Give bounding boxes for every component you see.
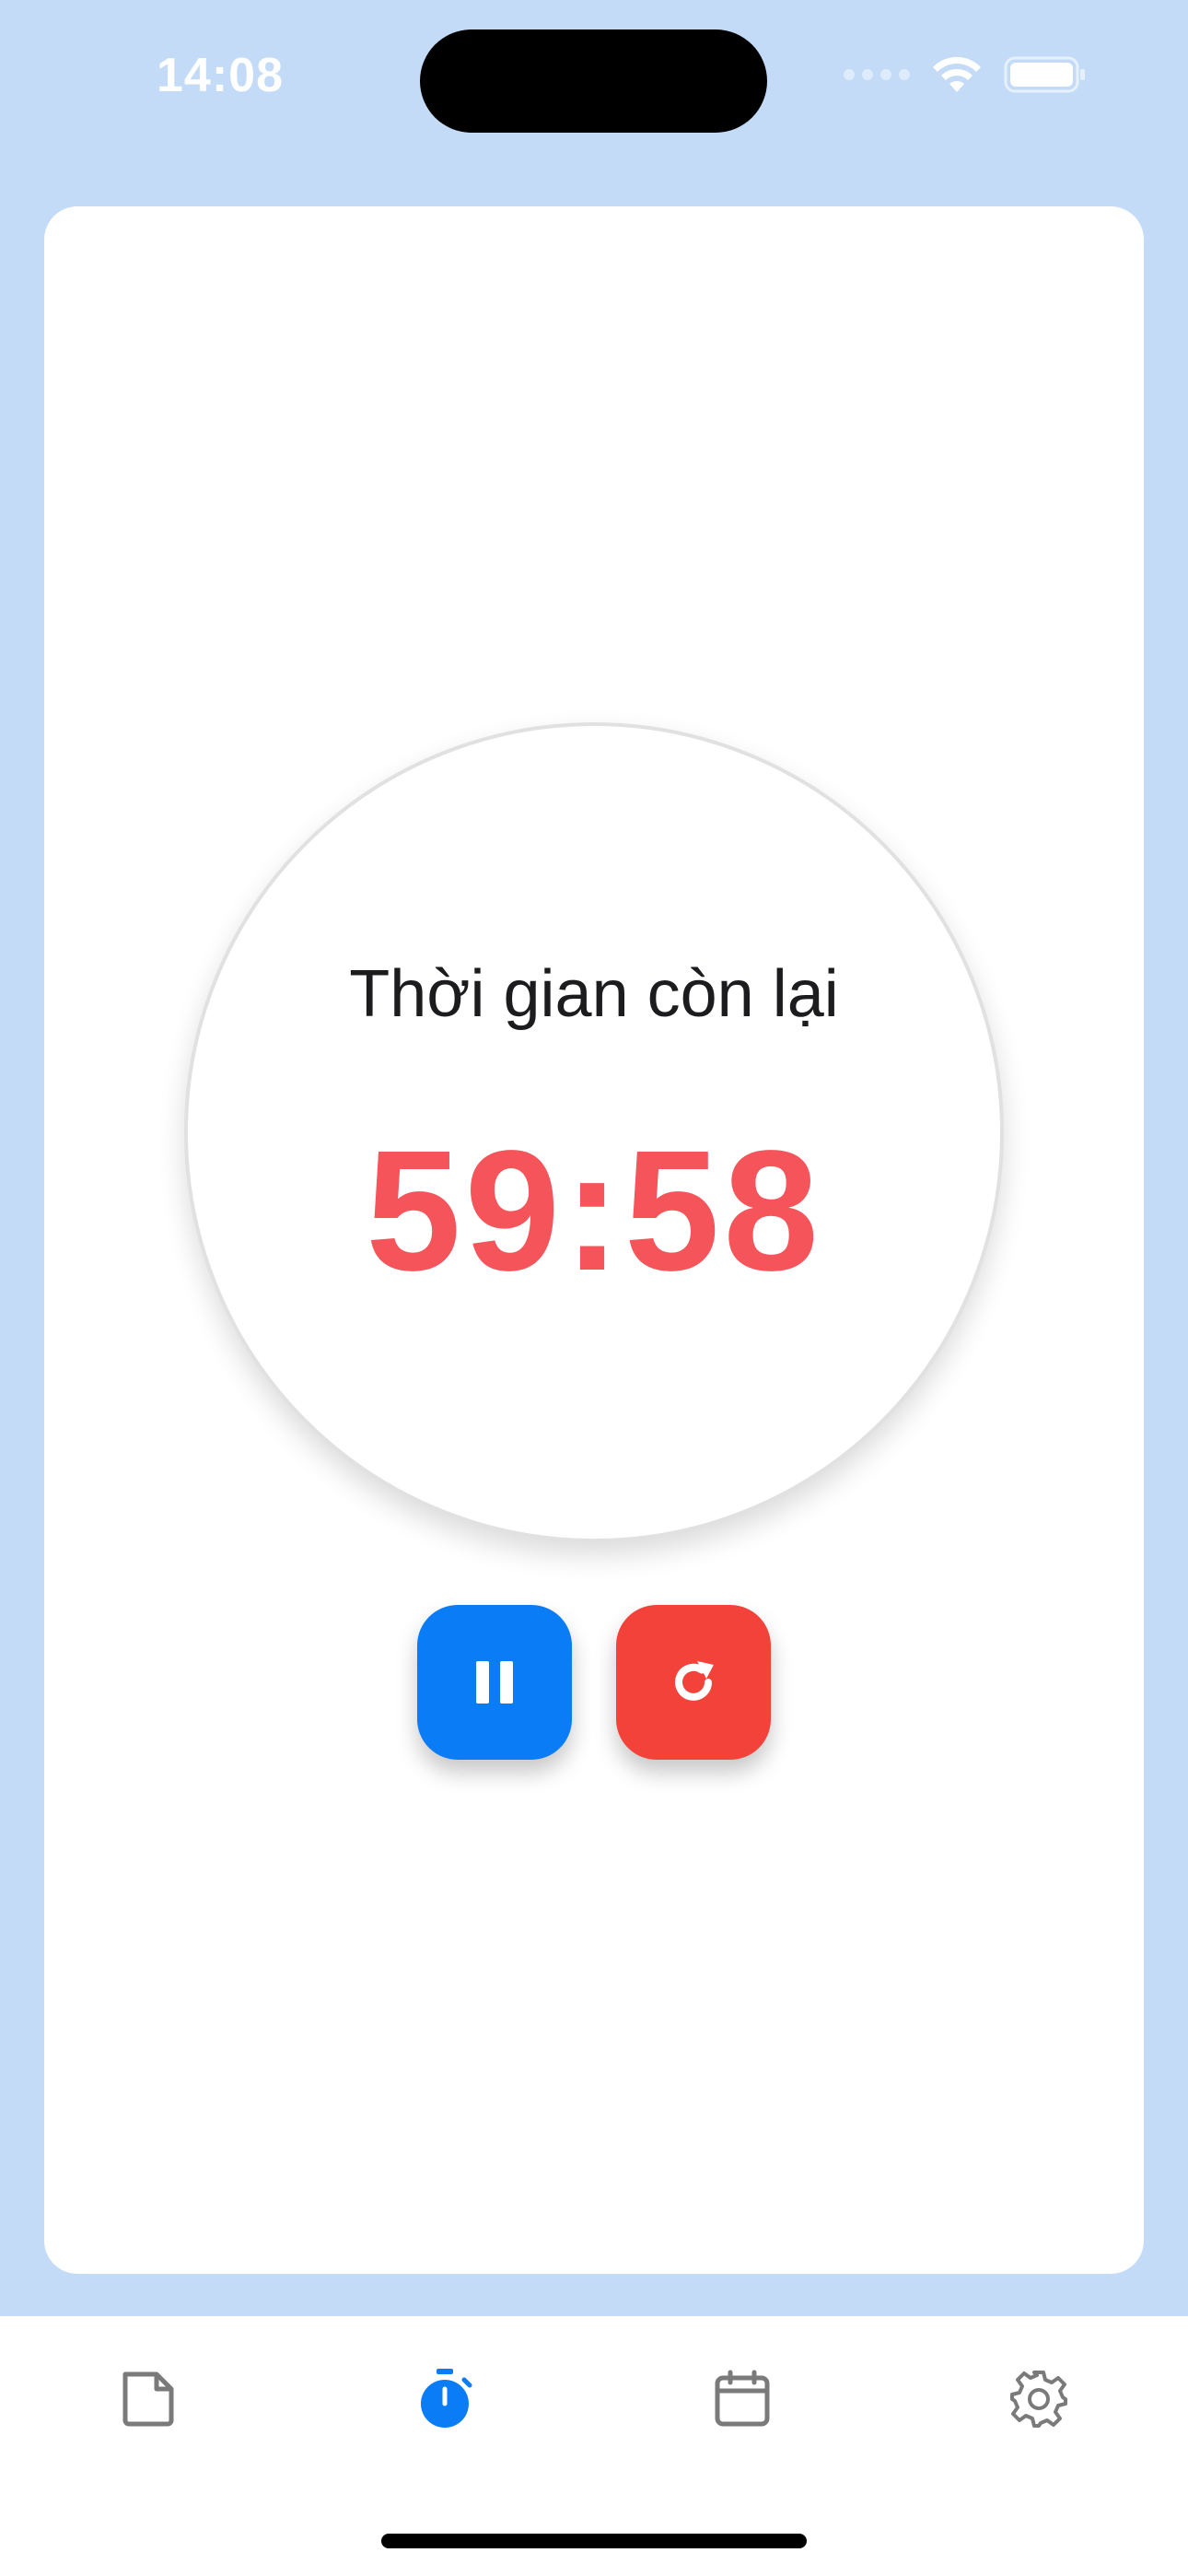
timer-card: Thời gian còn lại 59:58 bbox=[44, 206, 1144, 2274]
home-indicator[interactable] bbox=[381, 2534, 807, 2548]
cellular-signal-icon bbox=[844, 69, 910, 80]
tab-notes[interactable] bbox=[93, 2344, 204, 2454]
stopwatch-icon bbox=[421, 2369, 472, 2428]
wifi-icon bbox=[933, 56, 981, 92]
gear-icon bbox=[1010, 2371, 1067, 2428]
reset-icon bbox=[675, 1661, 714, 1701]
status-time: 14:08 bbox=[157, 49, 284, 102]
timer-remaining: 59:58 bbox=[366, 1116, 822, 1306]
tab-settings[interactable] bbox=[984, 2344, 1094, 2454]
timer-label: Thời gian còn lại bbox=[349, 957, 839, 1031]
screen: 14:08 Thời gian còn lại 59:58 bbox=[0, 0, 1188, 2576]
document-icon bbox=[122, 2371, 174, 2427]
dynamic-island bbox=[420, 29, 767, 133]
status-icons bbox=[844, 55, 1087, 94]
timer-controls bbox=[44, 1605, 1144, 1760]
tab-timer[interactable] bbox=[390, 2344, 500, 2454]
tab-calendar[interactable] bbox=[687, 2344, 798, 2454]
tab-bar bbox=[0, 2316, 1188, 2576]
pause-icon bbox=[476, 1661, 513, 1704]
battery-icon bbox=[1004, 56, 1085, 93]
timer-circle: Thời gian còn lại 59:58 bbox=[184, 722, 1004, 1542]
calendar-icon bbox=[715, 2370, 770, 2427]
pause-button[interactable] bbox=[417, 1605, 572, 1760]
reset-button[interactable] bbox=[616, 1605, 771, 1760]
